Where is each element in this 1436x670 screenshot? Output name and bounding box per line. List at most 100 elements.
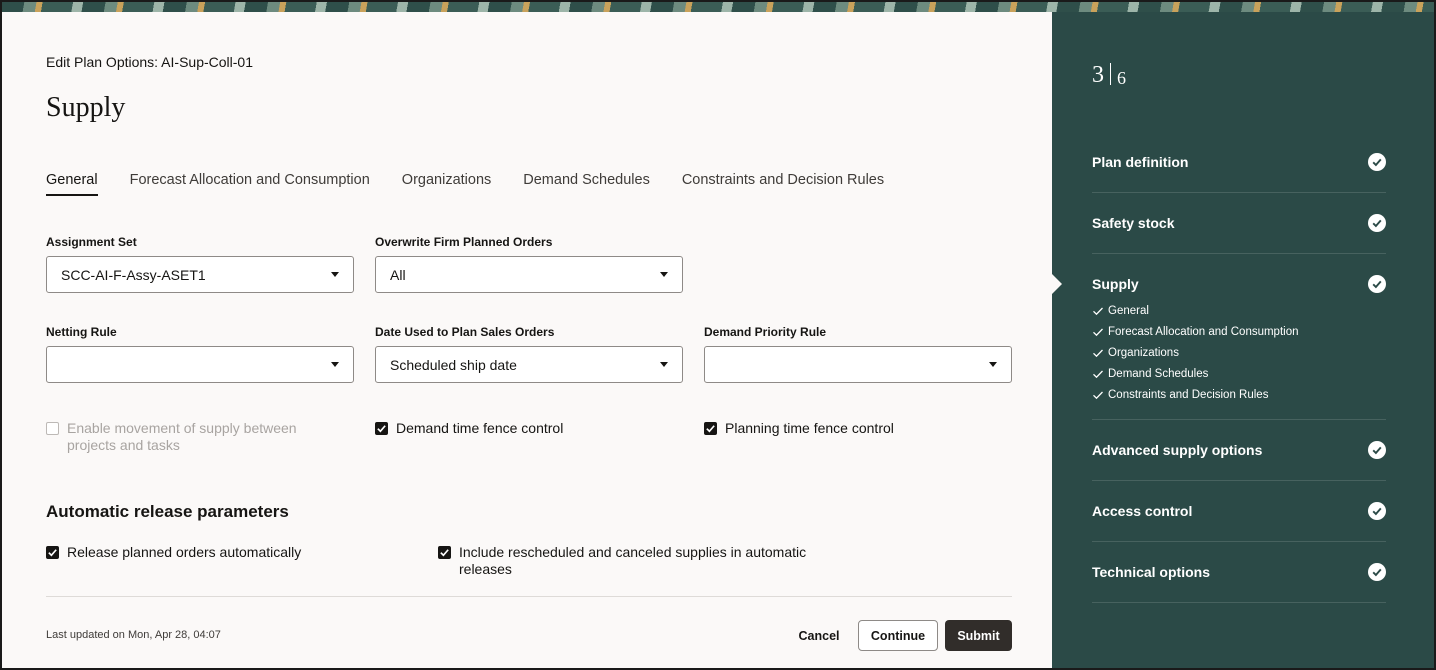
step-item: Advanced supply options [1092,420,1386,481]
step-item: Technical options [1092,542,1386,603]
release-auto-checkbox[interactable] [46,546,59,559]
check-circle-icon [1368,153,1386,171]
demand-priority-select[interactable] [704,346,1012,383]
last-updated: Last updated on Mon, Apr 28, 04:07 [46,629,221,641]
current-step-pointer [1052,274,1062,294]
overwrite-firm-select[interactable]: All [375,256,683,293]
planning-fence-checkbox[interactable] [704,422,717,435]
planning-fence-option: Planning time fence control [704,420,894,437]
assignment-set-label: Assignment Set [46,235,137,249]
substep-organizations[interactable]: Organizations [1092,342,1386,363]
progress-panel: 3 6 Plan definition Safety stock Supply … [1052,12,1434,668]
include-resched-option: Include rescheduled and canceled supplie… [438,544,818,578]
total-steps-number: 6 [1117,68,1126,88]
checkmark-icon [440,549,449,557]
date-used-value: Scheduled ship date [390,356,517,373]
release-auto-label: Release planned orders automatically [67,544,302,560]
substep-label: Constraints and Decision Rules [1108,388,1269,401]
enable-movement-option: Enable movement of supply between projec… [46,420,346,454]
step-label: Supply [1092,276,1139,292]
substep-constraints[interactable]: Constraints and Decision Rules [1092,384,1386,405]
assignment-set-select[interactable]: SCC-AI-F-Assy-ASET1 [46,256,354,293]
checkmark-icon [1093,307,1103,315]
check-circle-icon [1368,275,1386,293]
check-circle-icon [1368,441,1386,459]
substep-general[interactable]: General [1092,300,1386,321]
overwrite-firm-value: All [390,266,406,283]
step-label: Technical options [1092,564,1210,580]
check-circle-icon [1368,214,1386,232]
step-label: Advanced supply options [1092,442,1263,458]
footer-divider [46,596,1012,597]
check-circle-icon [1368,502,1386,520]
assignment-set-value: SCC-AI-F-Assy-ASET1 [61,266,206,283]
step-label: Access control [1092,503,1193,519]
overwrite-firm-field: Overwrite Firm Planned Orders All [375,235,683,293]
overwrite-firm-label: Overwrite Firm Planned Orders [375,235,553,249]
release-auto-option: Release planned orders automatically [46,544,301,561]
continue-button[interactable]: Continue [858,620,938,651]
check-circle-icon [1368,563,1386,581]
enable-movement-checkbox[interactable] [46,422,59,435]
date-used-field: Date Used to Plan Sales Orders Scheduled… [375,325,683,383]
step-counter: 3 6 [1092,62,1126,89]
demand-fence-option: Demand time fence control [375,420,563,437]
caret-down-icon [331,272,339,277]
date-used-select[interactable]: Scheduled ship date [375,346,683,383]
main-panel: Edit Plan Options: AI-Sup-Coll-01 Supply… [4,12,1052,668]
decorative-banner [2,2,1434,12]
substep-demand-schedules[interactable]: Demand Schedules [1092,363,1386,384]
tab-bar: General Forecast Allocation and Consumpt… [46,170,916,196]
step-safety-stock[interactable]: Safety stock [1092,193,1386,253]
enable-movement-label: Enable movement of supply between projec… [67,420,297,453]
demand-fence-label: Demand time fence control [396,420,564,436]
cancel-button[interactable]: Cancel [790,620,848,651]
caret-down-icon [989,362,997,367]
app-window: Edit Plan Options: AI-Sup-Coll-01 Supply… [0,0,1436,670]
step-item: Access control [1092,481,1386,542]
checkmark-icon [706,425,715,433]
netting-rule-select[interactable] [46,346,354,383]
checkmark-icon [1093,391,1103,399]
substep-list: General Forecast Allocation and Consumpt… [1092,300,1386,419]
checkmark-icon [377,425,386,433]
step-item: Safety stock [1092,193,1386,254]
substep-label: General [1108,304,1149,317]
submit-button[interactable]: Submit [945,620,1012,651]
step-list: Plan definition Safety stock Supply Gene… [1092,132,1386,603]
breadcrumb: Edit Plan Options: AI-Sup-Coll-01 [46,54,253,70]
demand-priority-label: Demand Priority Rule [704,325,827,339]
step-label: Safety stock [1092,215,1175,231]
step-advanced-supply[interactable]: Advanced supply options [1092,420,1386,480]
step-separator [1110,63,1111,85]
tab-general[interactable]: General [46,170,98,196]
planning-fence-label: Planning time fence control [725,420,894,436]
substep-forecast-allocation[interactable]: Forecast Allocation and Consumption [1092,321,1386,342]
step-access-control[interactable]: Access control [1092,481,1386,541]
tab-constraints[interactable]: Constraints and Decision Rules [682,170,884,196]
checkmark-icon [1093,328,1103,336]
step-technical-options[interactable]: Technical options [1092,542,1386,602]
include-resched-label: Include rescheduled and canceled supplie… [459,544,807,577]
checkmark-icon [48,549,57,557]
checkmark-icon [1093,349,1103,357]
assignment-set-field: Assignment Set SCC-AI-F-Assy-ASET1 [46,235,354,293]
step-item: Plan definition [1092,132,1386,193]
demand-priority-field: Demand Priority Rule [704,325,1012,383]
demand-fence-checkbox[interactable] [375,422,388,435]
caret-down-icon [331,362,339,367]
substep-label: Organizations [1108,346,1179,359]
netting-rule-label: Netting Rule [46,325,117,339]
netting-rule-field: Netting Rule [46,325,354,383]
step-label: Plan definition [1092,154,1189,170]
tab-demand-schedules[interactable]: Demand Schedules [523,170,650,196]
substep-label: Demand Schedules [1108,367,1209,380]
tab-forecast-allocation[interactable]: Forecast Allocation and Consumption [130,170,370,196]
caret-down-icon [660,362,668,367]
include-resched-checkbox[interactable] [438,546,451,559]
section-title-release: Automatic release parameters [46,502,289,521]
step-plan-definition[interactable]: Plan definition [1092,132,1386,192]
caret-down-icon [660,272,668,277]
tab-organizations[interactable]: Organizations [402,170,491,196]
current-step-number: 3 [1092,62,1104,88]
